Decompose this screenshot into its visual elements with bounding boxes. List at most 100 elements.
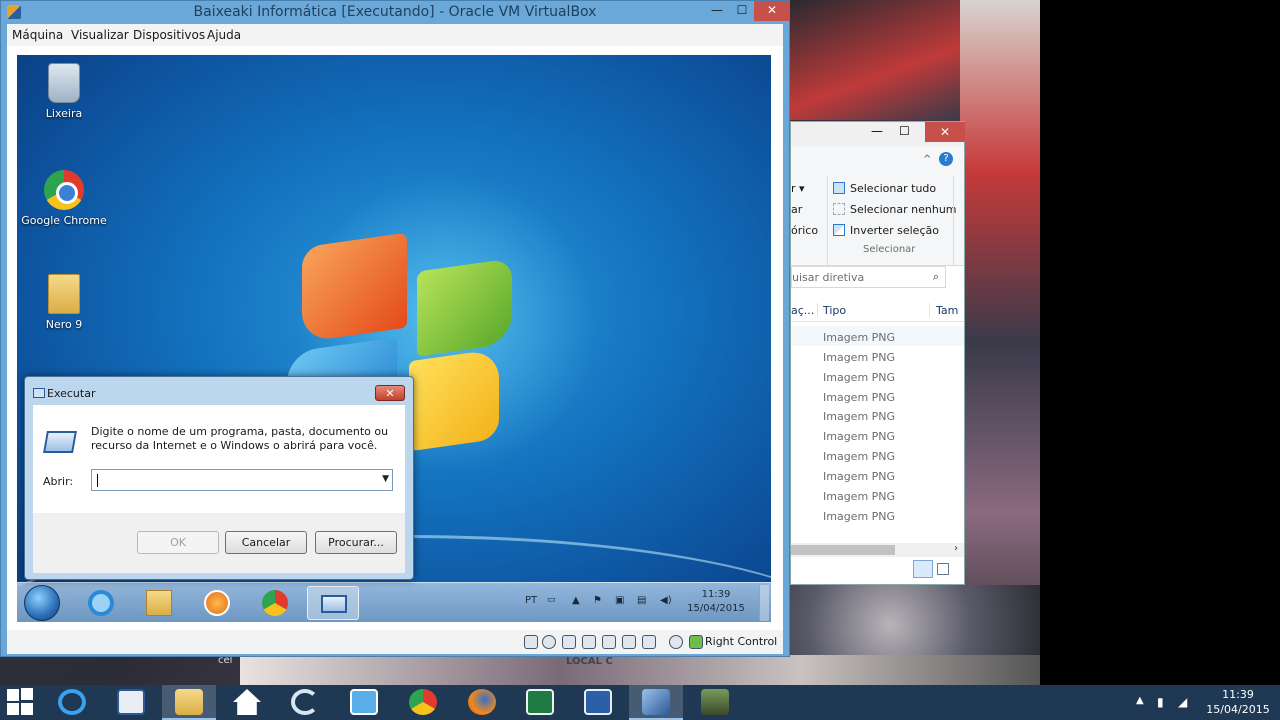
explorer-titlebar[interactable]: — ☐ ✕ xyxy=(791,122,965,146)
browse-button[interactable]: Procurar... xyxy=(315,531,397,554)
taskbar-excel[interactable] xyxy=(513,685,567,720)
table-row[interactable]: Imagem PNG xyxy=(823,351,895,364)
taskbar-skype[interactable] xyxy=(278,685,332,720)
wifi-icon[interactable]: ◢ xyxy=(1178,695,1187,709)
display-icon[interactable] xyxy=(642,635,656,649)
taskbar-home[interactable] xyxy=(220,685,274,720)
horizontal-scrollbar[interactable]: › xyxy=(791,543,964,557)
table-row[interactable]: Imagem PNG xyxy=(823,490,895,503)
volume-icon[interactable]: ◀) xyxy=(660,595,672,606)
taskbar-lenovo[interactable] xyxy=(104,685,158,720)
taskbar-internet-explorer[interactable] xyxy=(45,685,99,720)
minimize-button[interactable]: — xyxy=(871,124,883,138)
column-header-type[interactable]: Tipo xyxy=(823,304,846,317)
tray-expand-icon[interactable]: ▲ xyxy=(1136,695,1144,706)
keyboard-icon[interactable]: ▭ xyxy=(547,595,556,605)
video-capture-icon[interactable] xyxy=(622,635,636,649)
close-button[interactable]: ✕ xyxy=(375,385,405,401)
mouse-integration-icon[interactable] xyxy=(669,635,683,649)
scroll-right-icon[interactable]: › xyxy=(954,543,958,554)
desktop-icon-nero[interactable]: Nero 9 xyxy=(19,274,109,331)
taskbar-file-explorer[interactable] xyxy=(162,685,216,720)
invert-selection-button[interactable]: Inverter seleção xyxy=(850,224,939,237)
taskbar-virtualbox[interactable] xyxy=(629,685,683,720)
search-icon[interactable]: ⌕ xyxy=(933,270,939,284)
ribbon-collapse-icon[interactable]: ^ xyxy=(923,154,931,165)
search-input[interactable]: uisar diretiva ⌕ xyxy=(791,266,946,288)
chevron-down-icon[interactable]: ▼ xyxy=(382,474,389,484)
taskbar-run-dialog[interactable] xyxy=(307,586,359,620)
column-header-fragment[interactable]: aç... xyxy=(791,304,814,317)
table-row[interactable]: Imagem PNG xyxy=(823,410,895,423)
close-button[interactable]: ✕ xyxy=(925,122,965,142)
home-icon xyxy=(233,689,261,715)
taskbar-explorer[interactable] xyxy=(133,586,185,620)
file-explorer-icon xyxy=(175,689,203,715)
desktop-icon-chrome[interactable]: Google Chrome xyxy=(19,170,109,227)
open-input[interactable]: ▼ xyxy=(91,469,393,491)
shared-folders-icon[interactable] xyxy=(602,635,616,649)
details-view-icon[interactable] xyxy=(913,560,933,578)
help-icon[interactable]: ? xyxy=(939,152,953,166)
ribbon-fragment[interactable]: órico xyxy=(791,224,818,237)
show-desktop-button[interactable] xyxy=(759,585,769,621)
usb-icon[interactable] xyxy=(562,635,576,649)
table-row[interactable]: Imagem PNG xyxy=(823,331,895,344)
taskbar-media-player[interactable] xyxy=(191,586,243,620)
file-explorer-window[interactable]: — ☐ ✕ ^ ? r ▾ ar órico Selecionar tudo S… xyxy=(790,121,965,585)
battery-icon[interactable]: ▮ xyxy=(1157,695,1164,709)
table-row[interactable]: Imagem PNG xyxy=(823,371,895,384)
taskbar-app[interactable] xyxy=(688,685,742,720)
minimize-button[interactable]: — xyxy=(705,1,729,21)
host-key-icon[interactable] xyxy=(689,635,703,649)
network-icon[interactable] xyxy=(582,635,596,649)
start-button[interactable] xyxy=(24,585,60,621)
virtualbox-titlebar[interactable]: Baixeaki Informática [Executando] - Orac… xyxy=(1,1,790,23)
menu-item-dispositivos[interactable]: Dispositivos xyxy=(133,28,205,42)
ok-button[interactable]: OK xyxy=(137,531,219,554)
start-button[interactable] xyxy=(7,688,33,715)
menu-item-maquina[interactable]: Máquina xyxy=(12,28,63,42)
table-row[interactable]: Imagem PNG xyxy=(823,470,895,483)
select-none-button[interactable]: Selecionar nenhum xyxy=(850,203,957,216)
table-row[interactable]: Imagem PNG xyxy=(823,510,895,523)
column-divider[interactable] xyxy=(817,303,818,317)
close-button[interactable]: ✕ xyxy=(754,1,790,21)
wallpaper-art xyxy=(790,0,960,120)
large-icons-view-icon[interactable] xyxy=(937,563,949,575)
maximize-button[interactable]: ☐ xyxy=(899,124,910,138)
language-indicator[interactable]: PT xyxy=(525,595,537,606)
taskbar-internet-explorer[interactable] xyxy=(75,586,127,620)
menu-item-ajuda[interactable]: Ajuda xyxy=(207,28,241,42)
taskbar-word[interactable] xyxy=(571,685,625,720)
optical-drive-icon[interactable] xyxy=(542,635,556,649)
run-dialog[interactable]: Executar ✕ Digite o nome de um programa,… xyxy=(24,376,414,580)
cancel-button[interactable]: Cancelar xyxy=(225,531,307,554)
scrollbar-thumb[interactable] xyxy=(791,545,895,555)
table-row[interactable]: Imagem PNG xyxy=(823,450,895,463)
network-icon[interactable]: ▤ xyxy=(637,595,646,606)
column-divider[interactable] xyxy=(929,303,930,317)
maximize-button[interactable]: ☐ xyxy=(730,1,754,21)
menu-item-visualizar[interactable]: Visualizar xyxy=(71,28,129,42)
table-row[interactable]: Imagem PNG xyxy=(823,430,895,443)
taskbar-chrome[interactable] xyxy=(396,685,450,720)
taskbar-mail[interactable] xyxy=(337,685,391,720)
tray-expand-icon[interactable]: ▲ xyxy=(572,595,580,606)
column-header-size[interactable]: Tam xyxy=(936,304,958,317)
devices-icon[interactable]: ▣ xyxy=(615,595,624,606)
guest-clock[interactable]: 11:39 15/04/2015 xyxy=(681,588,751,616)
table-row[interactable]: Imagem PNG xyxy=(823,391,895,404)
wallpaper-art xyxy=(240,655,1040,685)
chrome-icon xyxy=(262,590,288,616)
select-all-button[interactable]: Selecionar tudo xyxy=(850,182,936,195)
hard-disk-icon[interactable] xyxy=(524,635,538,649)
host-clock[interactable]: 11:39 15/04/2015 xyxy=(1202,687,1274,717)
ribbon-fragment[interactable]: ar xyxy=(791,203,802,216)
ribbon-fragment[interactable]: r ▾ xyxy=(791,182,805,195)
desktop-icon-recycle-bin[interactable]: Lixeira xyxy=(19,63,109,120)
action-center-icon[interactable]: ⚑ xyxy=(593,595,602,606)
wallpaper-dark-area xyxy=(1040,0,1280,685)
taskbar-chrome[interactable] xyxy=(249,586,301,620)
taskbar-firefox[interactable] xyxy=(455,685,509,720)
